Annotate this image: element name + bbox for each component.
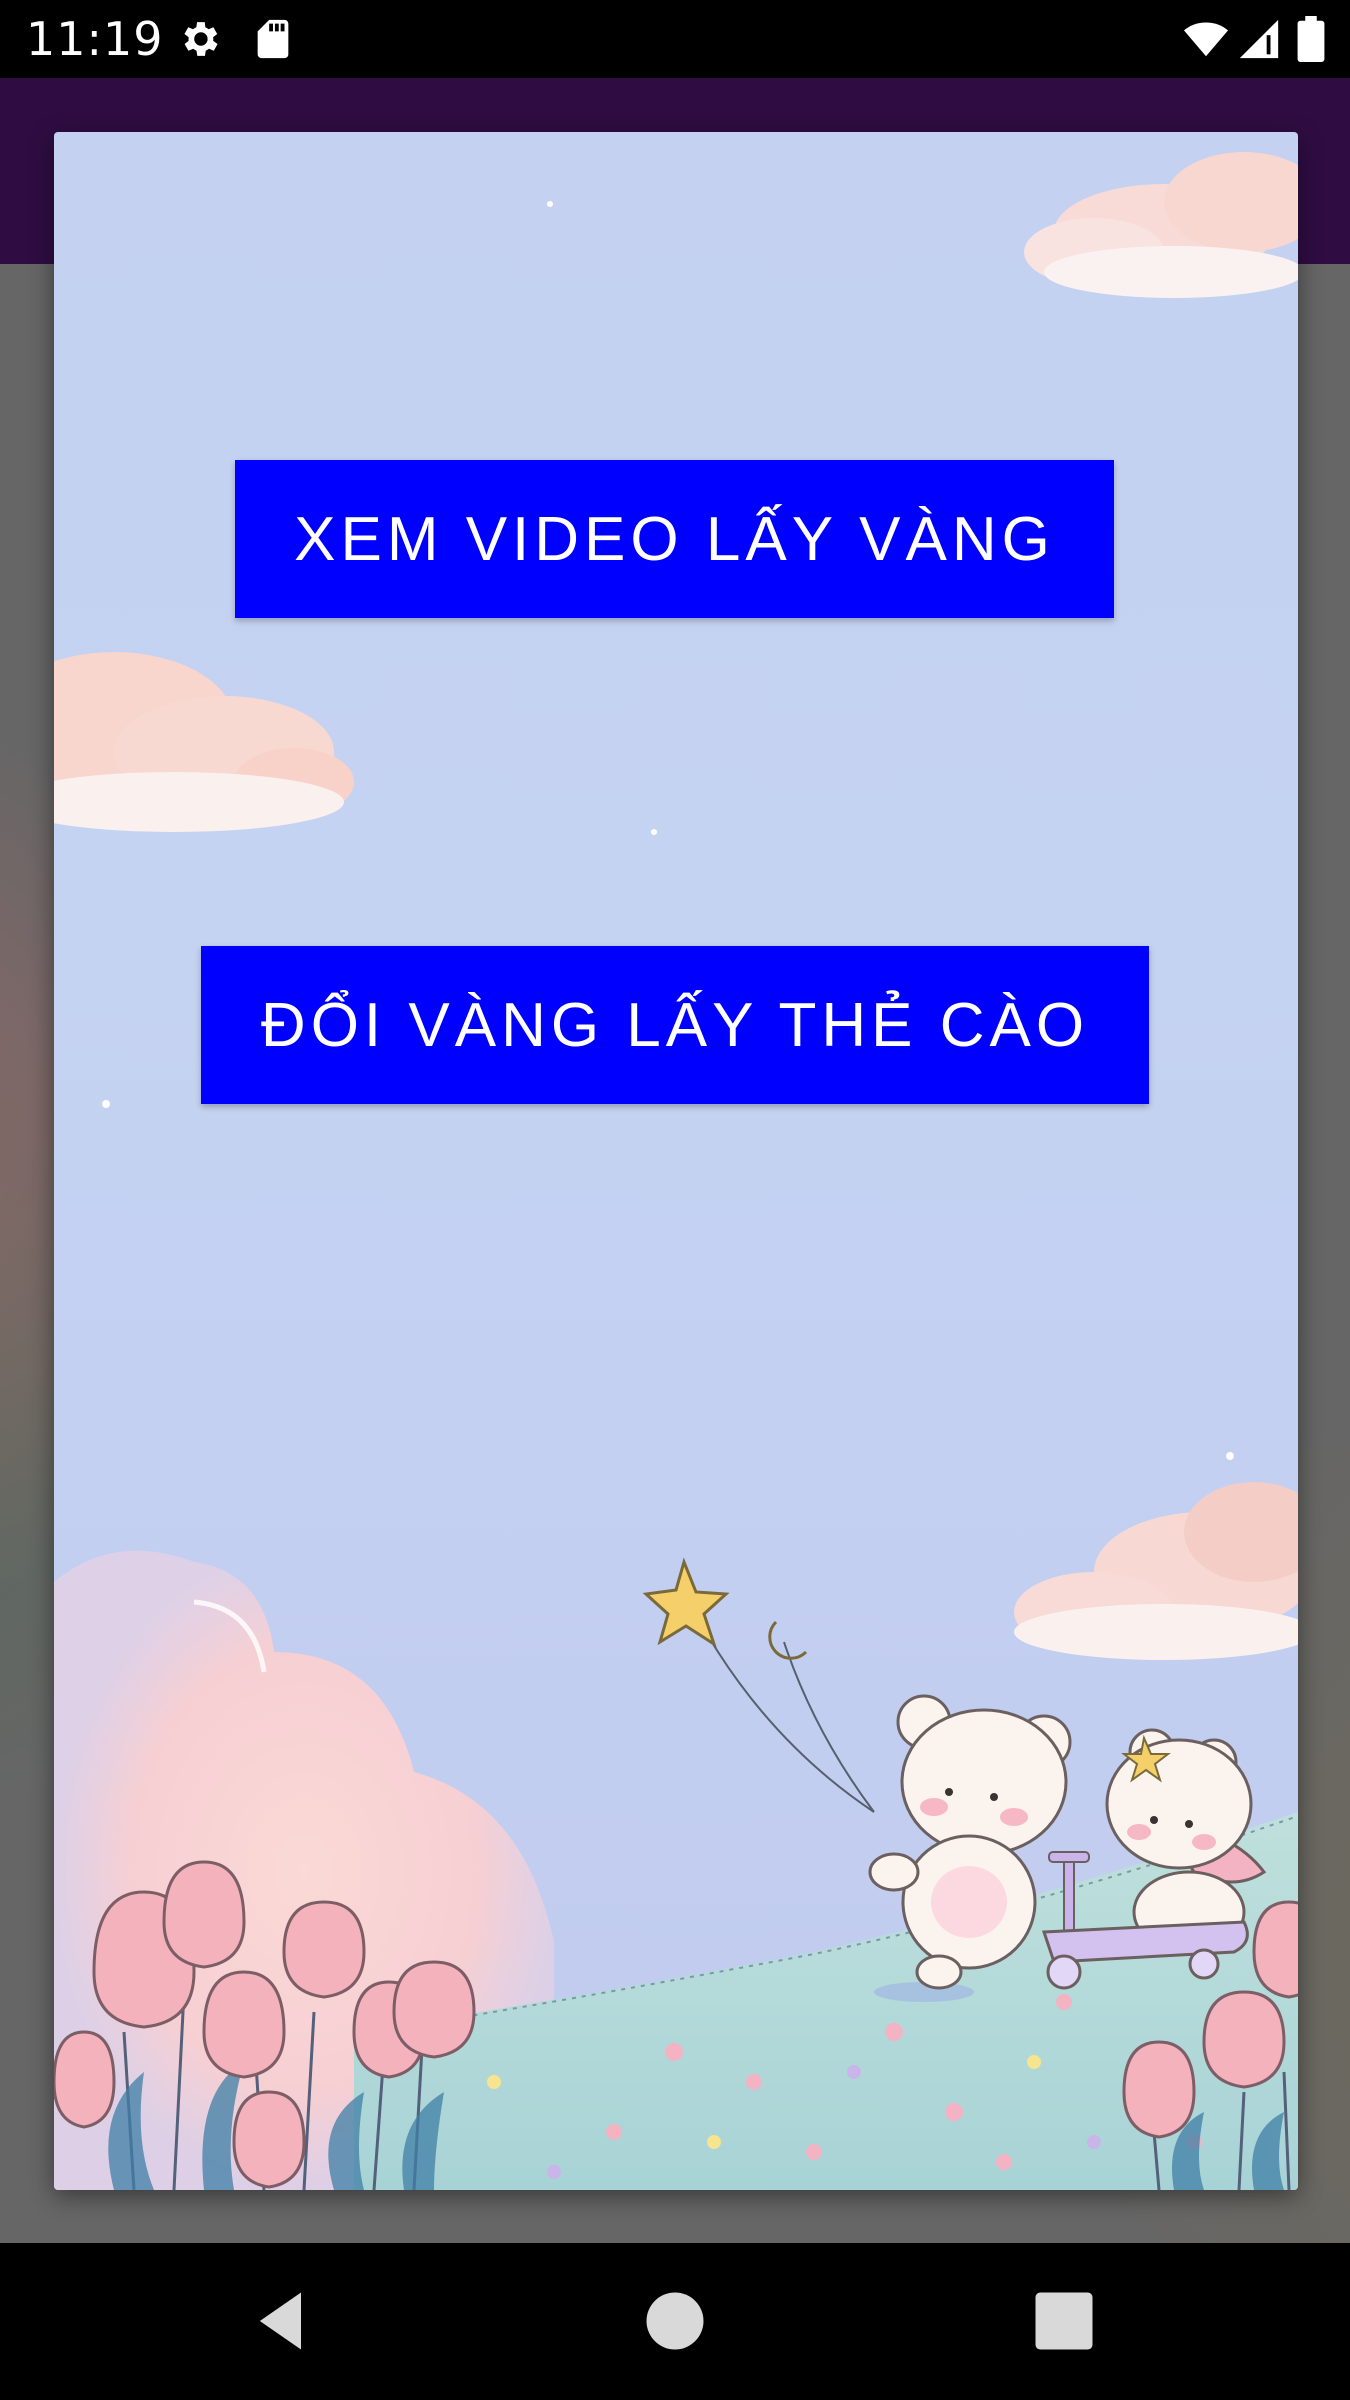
wifi-icon (1180, 16, 1232, 62)
status-bar: 11:19 (0, 0, 1350, 78)
device-screen: 11:19 XEM VIDEO LẤY VÀNG ĐỔI VÀNG LẤY TH… (0, 0, 1350, 2400)
dialog-background-illustration (54, 132, 1298, 2190)
battery-icon (1294, 16, 1328, 62)
home-icon[interactable] (637, 2283, 713, 2359)
recents-icon[interactable] (1026, 2283, 1102, 2359)
reward-dialog: XEM VIDEO LẤY VÀNG ĐỔI VÀNG LẤY THẺ CÀO (54, 132, 1298, 2190)
navigation-bar (0, 2243, 1350, 2400)
cell-signal-icon (1236, 16, 1282, 62)
status-time: 11:19 (26, 12, 164, 66)
exchange-gold-for-card-button[interactable]: ĐỔI VÀNG LẤY THẺ CÀO (201, 946, 1149, 1104)
sd-card-icon (250, 16, 296, 62)
watch-video-earn-gold-button[interactable]: XEM VIDEO LẤY VÀNG (235, 460, 1114, 618)
back-icon[interactable] (244, 2283, 320, 2359)
gear-icon (176, 16, 222, 62)
